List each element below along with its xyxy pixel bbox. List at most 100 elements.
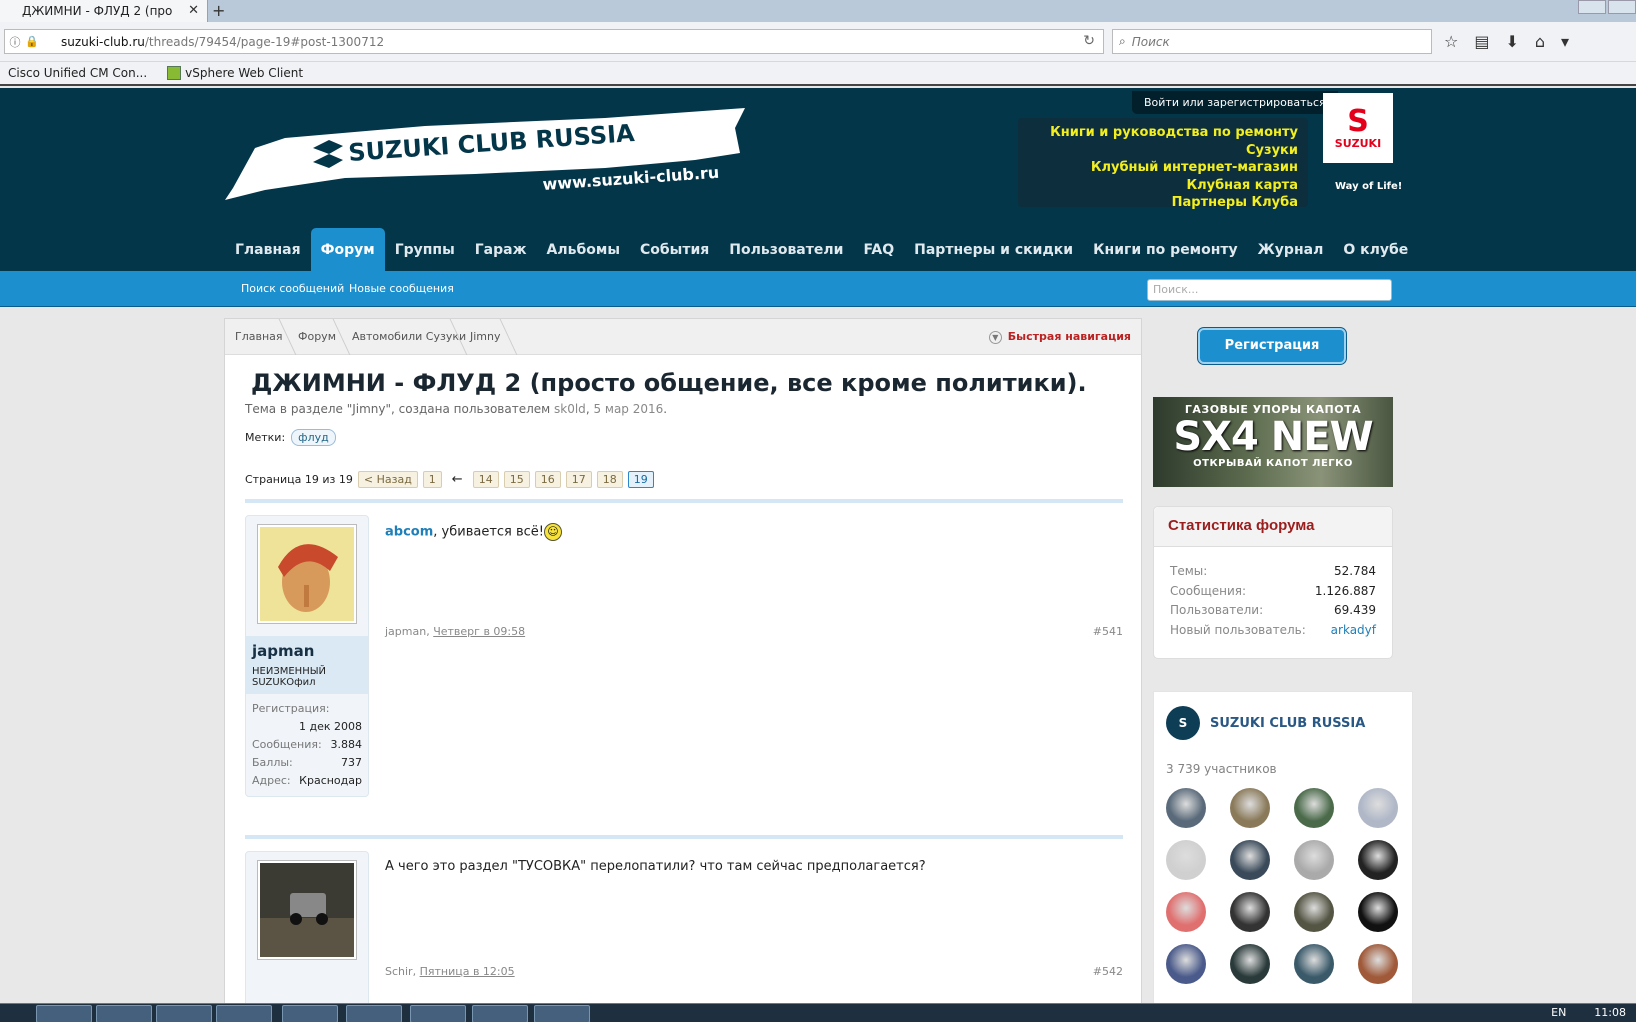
site-search-input[interactable]: Поиск... [1147, 279, 1392, 301]
new-posts-link[interactable]: Новые сообщения [349, 282, 454, 295]
promo-link-books[interactable]: Книги и руководства по ремонту Сузуки [1028, 124, 1298, 159]
page-link[interactable]: 16 [534, 471, 561, 488]
tag-item[interactable]: флуд [291, 429, 336, 446]
nav-events[interactable]: События [630, 228, 719, 271]
vk-member-avatar[interactable] [1166, 944, 1206, 984]
promo-link-partners[interactable]: Партнеры Клуба [1028, 194, 1298, 212]
page-link[interactable]: 17 [565, 471, 592, 488]
taskbar-app-button[interactable] [534, 1005, 590, 1022]
bookmark-item[interactable]: Cisco Unified CM Con... [8, 66, 147, 80]
pocket-icon[interactable]: ▾ [1561, 32, 1569, 51]
page-link[interactable]: 15 [503, 471, 530, 488]
vk-member-avatar[interactable] [1230, 892, 1270, 932]
taskbar-app-button[interactable] [472, 1005, 528, 1022]
nav-garage[interactable]: Гараж [465, 228, 537, 271]
thread-author-link[interactable]: sk0ld [554, 402, 586, 416]
nav-forum[interactable]: Форум [310, 228, 385, 271]
stat-key: Темы: [1170, 564, 1208, 578]
crumb-forum[interactable]: Форум [298, 330, 336, 343]
home-icon[interactable]: ⌂ [1535, 32, 1545, 51]
vk-group-name[interactable]: SUZUKI CLUB RUSSIA [1210, 716, 1365, 731]
bookmark-item[interactable]: vSphere Web Client [167, 66, 303, 80]
crumb-home[interactable]: Главная [235, 330, 283, 343]
crumb-cars[interactable]: Автомобили Сузуки [352, 330, 466, 343]
reload-icon[interactable]: ↻ [1083, 33, 1095, 49]
taskbar-explorer-button[interactable] [36, 1005, 92, 1022]
post-permalink[interactable]: #541 [1093, 625, 1123, 638]
quick-nav-button[interactable]: ▼ Быстрая навигация [988, 330, 1131, 344]
post-divider [245, 835, 1123, 839]
meta-author[interactable]: Schir [385, 965, 413, 978]
site-logo[interactable]: SUZUKI CLUB RUSSIA www.suzuki-club.ru [225, 108, 765, 203]
ad-banner[interactable]: ГАЗОВЫЕ УПОРЫ КАПОТА SX4 NEW ОТКРЫВАЙ КА… [1153, 397, 1393, 487]
nav-faq[interactable]: FAQ [853, 228, 904, 271]
page-link[interactable]: 18 [596, 471, 623, 488]
url-bar[interactable]: ⓘ 🔒 suzuki-club.ru/threads/79454/page-19… [4, 29, 1104, 54]
vk-member-avatar[interactable] [1294, 892, 1334, 932]
nav-albums[interactable]: Альбомы [537, 228, 630, 271]
vk-member-avatar[interactable] [1358, 788, 1398, 828]
stat-row: Сообщения: 1.126.887 [1170, 582, 1376, 602]
nav-partners[interactable]: Партнеры и скидки [904, 228, 1083, 271]
taskbar-firefox-button[interactable] [96, 1005, 152, 1022]
vk-members-count[interactable]: 3 739 участников [1166, 762, 1277, 776]
browser-search-input[interactable]: ⌕ Поиск [1112, 29, 1432, 54]
browser-tab-active[interactable]: ДЖИМНИ - ФЛУД 2 (прост ✕ [0, 0, 208, 22]
download-icon[interactable]: ⬇ [1505, 32, 1518, 51]
bookmark-star-icon[interactable]: ☆ [1444, 32, 1458, 51]
meta-author[interactable]: japman [385, 625, 426, 638]
avatar[interactable] [257, 860, 357, 960]
promo-link-shop[interactable]: Клубный интернет-магазин [1028, 159, 1298, 177]
meta-date[interactable]: Пятница в 12:05 [420, 965, 515, 978]
meta-date[interactable]: Четверг в 09:58 [433, 625, 525, 638]
taskbar-outlook-button[interactable] [410, 1005, 466, 1022]
language-indicator[interactable]: EN [1551, 1006, 1566, 1019]
info-icon[interactable]: ⓘ [5, 34, 25, 50]
suzuki-brand-logo[interactable]: S SUZUKI [1323, 93, 1393, 163]
login-link[interactable]: Войти или зарегистрироваться [1132, 91, 1338, 114]
page-link[interactable]: 14 [472, 471, 499, 488]
prev-page-button[interactable]: < Назад [357, 471, 418, 488]
page-link[interactable]: 1 [422, 471, 442, 488]
nav-books[interactable]: Книги по ремонту [1083, 228, 1248, 271]
crumb-jimny[interactable]: Jimny [470, 330, 501, 343]
vk-member-avatar[interactable] [1166, 788, 1206, 828]
vk-member-avatar[interactable] [1166, 840, 1206, 880]
vk-member-avatar[interactable] [1358, 944, 1398, 984]
taskbar-chrome-button[interactable] [282, 1005, 338, 1022]
nav-journal[interactable]: Журнал [1248, 228, 1334, 271]
vk-member-avatar[interactable] [1358, 892, 1398, 932]
new-user-link[interactable]: arkadyf [1331, 621, 1376, 641]
username[interactable]: japman [246, 636, 368, 662]
vk-member-avatar[interactable] [1294, 788, 1334, 828]
post-permalink[interactable]: #542 [1093, 965, 1123, 978]
close-tab-icon[interactable]: ✕ [188, 3, 199, 18]
taskbar-app-button[interactable] [346, 1005, 402, 1022]
new-tab-button[interactable]: + [212, 1, 225, 20]
clock[interactable]: 11:08 [1594, 1006, 1626, 1019]
nav-users[interactable]: Пользователи [719, 228, 853, 271]
nav-groups[interactable]: Группы [385, 228, 465, 271]
nav-about[interactable]: О клубе [1333, 228, 1418, 271]
stat-key: Сообщения: [1170, 583, 1247, 598]
nav-home[interactable]: Главная [225, 228, 311, 271]
taskbar-ie-button[interactable] [156, 1005, 212, 1022]
minimize-button[interactable] [1578, 0, 1606, 14]
maximize-button[interactable] [1608, 0, 1636, 14]
vk-member-avatar[interactable] [1166, 892, 1206, 932]
promo-link-card[interactable]: Клубная карта [1028, 177, 1298, 195]
vk-member-avatar[interactable] [1294, 840, 1334, 880]
reading-list-icon[interactable]: ▤ [1474, 32, 1489, 51]
vk-member-avatar[interactable] [1230, 788, 1270, 828]
user-mention[interactable]: abcom [385, 525, 433, 540]
group-logo-icon[interactable]: S [1166, 706, 1200, 740]
register-button[interactable]: Регистрация [1198, 328, 1346, 364]
vk-member-avatar[interactable] [1230, 840, 1270, 880]
vk-member-avatar[interactable] [1294, 944, 1334, 984]
avatar[interactable] [257, 524, 357, 624]
page-jump-arrow[interactable]: ← [452, 472, 463, 487]
taskbar-app-button[interactable] [216, 1005, 272, 1022]
vk-member-avatar[interactable] [1230, 944, 1270, 984]
vk-member-avatar[interactable] [1358, 840, 1398, 880]
search-posts-link[interactable]: Поиск сообщений [241, 282, 344, 295]
